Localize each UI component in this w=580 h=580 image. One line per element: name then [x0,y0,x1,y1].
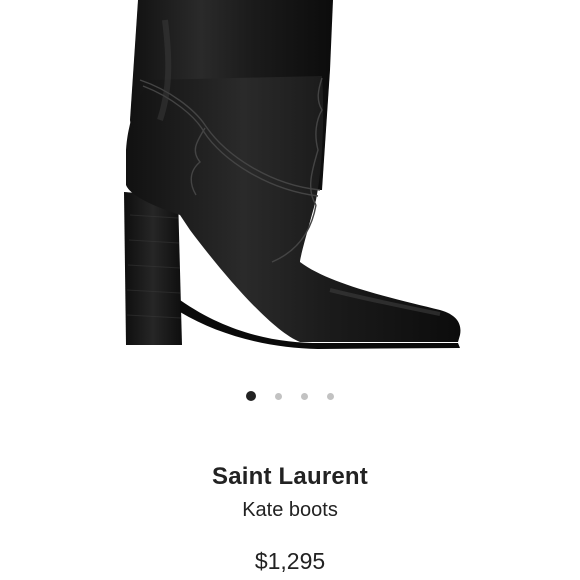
carousel-dot-3[interactable] [301,392,308,400]
carousel-dot-2[interactable] [275,392,282,400]
product-brand[interactable]: Saint Laurent [0,463,580,491]
product-name: Kate boots [242,499,338,521]
carousel-dot-4[interactable] [327,392,334,400]
product-price: $1,295 [254,548,326,574]
carousel-dot-1[interactable] [246,391,256,401]
product-image[interactable] [0,0,580,370]
product-page: Saint Laurent Kate boots $1,295 [0,0,580,580]
carousel-indicator [0,390,580,402]
